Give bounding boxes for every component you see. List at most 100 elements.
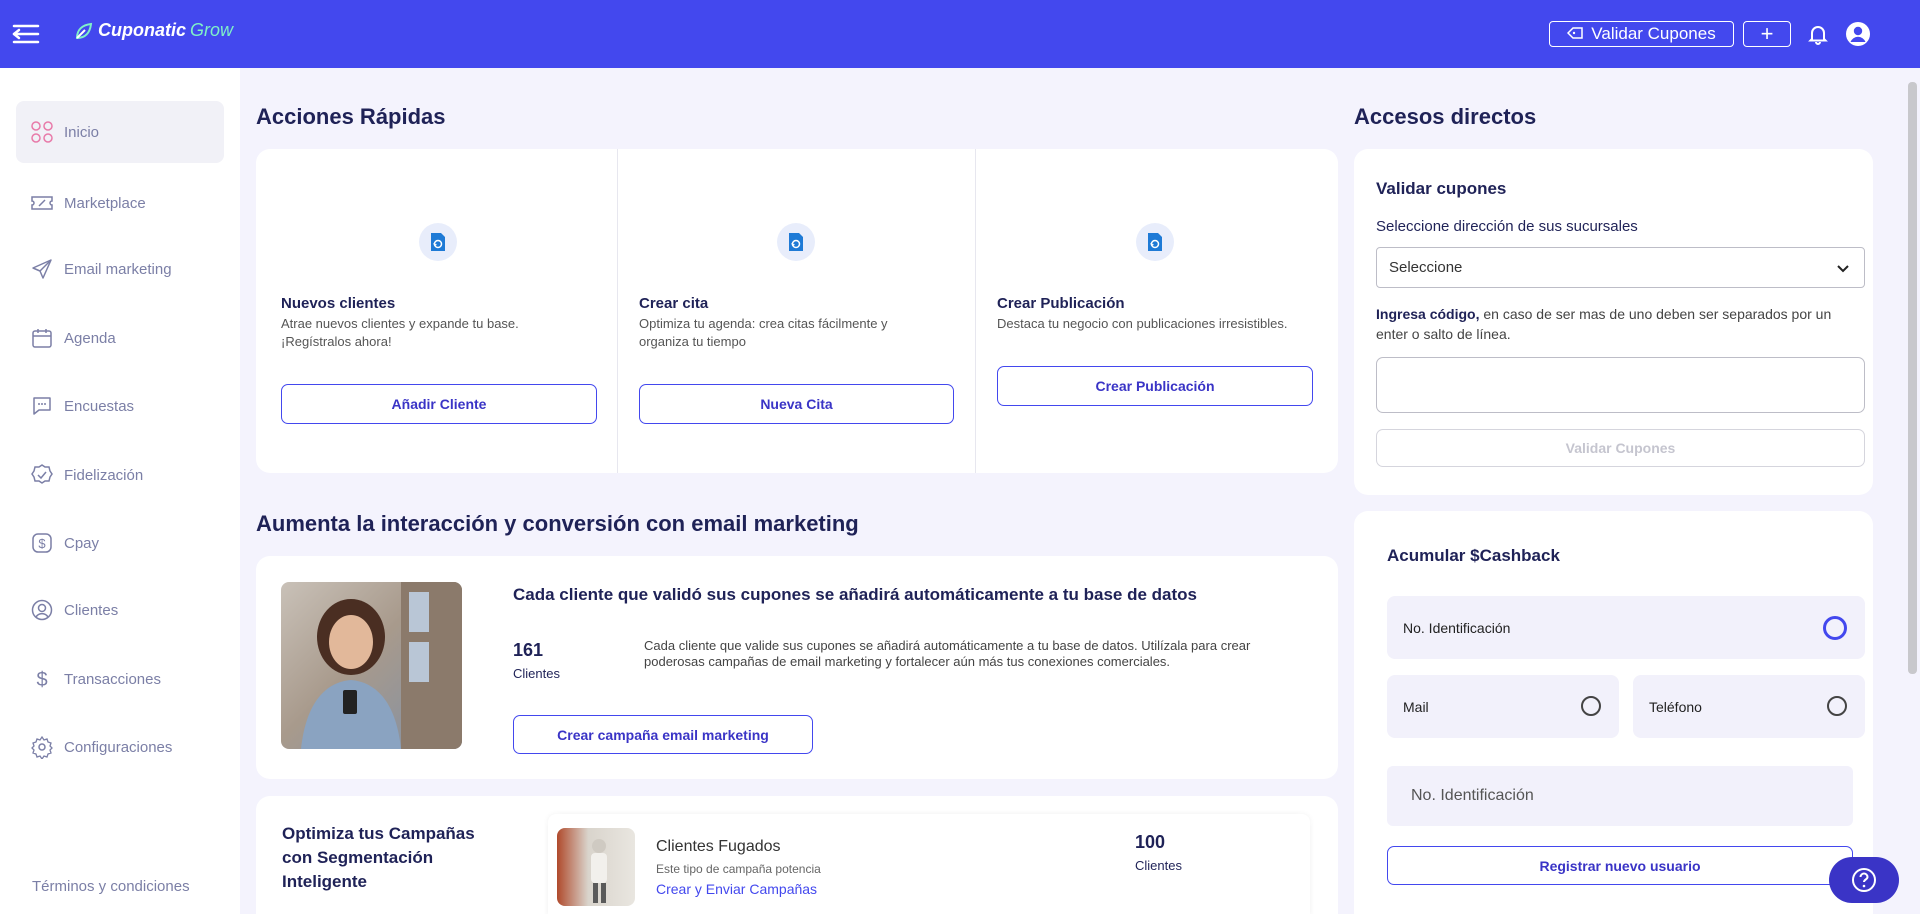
identification-input[interactable]: No. Identificación bbox=[1387, 766, 1853, 826]
email-section-title: Aumenta la interacción y conversión con … bbox=[256, 511, 859, 536]
validar-cupones-label: Validar Cupones bbox=[1591, 24, 1716, 43]
cashback-card: Acumular $Cashback No. Identificación Ma… bbox=[1354, 511, 1873, 914]
sidebar-item-label: Transacciones bbox=[64, 670, 161, 688]
sidebar-item-inicio[interactable]: Inicio bbox=[16, 101, 224, 163]
calendar-icon bbox=[32, 329, 52, 348]
quick-action-crear-cita: Crear cita Optimiza tu agenda: crea cita… bbox=[618, 149, 975, 473]
branch-select-label: Seleccione dirección de sus sucursales bbox=[1376, 218, 1638, 235]
sidebar: Inicio Marketplace Email marketing Agend… bbox=[0, 68, 240, 914]
chat-icon bbox=[33, 397, 51, 415]
chevron-down-icon bbox=[1837, 265, 1849, 273]
document-refresh-icon bbox=[1136, 223, 1174, 261]
top-bar: Cuponatic Grow Validar Cupones + bbox=[0, 0, 1920, 68]
validar-cupones-button[interactable]: Validar Cupones bbox=[1549, 21, 1734, 47]
branch-select[interactable]: Seleccione bbox=[1376, 247, 1865, 288]
sidebar-item-label: Cpay bbox=[64, 534, 100, 552]
sidebar-item-marketplace[interactable]: Marketplace bbox=[16, 172, 224, 234]
radio-selected[interactable] bbox=[1823, 616, 1847, 640]
campaign-count-label: Clientes bbox=[1135, 858, 1182, 873]
gear-icon bbox=[31, 735, 53, 759]
brand-logo[interactable]: Cuponatic Grow bbox=[74, 20, 233, 41]
quick-action-title: Crear Publicación bbox=[997, 295, 1125, 312]
sidebar-item-label: Encuestas bbox=[64, 397, 135, 415]
email-marketing-card: Cada cliente que validó sus cupones se a… bbox=[256, 556, 1338, 779]
leaf-icon bbox=[74, 21, 94, 41]
quick-action-desc: Atrae nuevos clientes y expande tu base.… bbox=[281, 316, 519, 349]
cashback-title: Acumular $Cashback bbox=[1387, 546, 1560, 565]
terms-link[interactable]: Términos y condiciones bbox=[32, 878, 190, 895]
add-client-button[interactable]: Añadir Cliente bbox=[281, 384, 597, 424]
quick-action-title: Nuevos clientes bbox=[281, 295, 396, 312]
segmentation-card: Optimiza tus Campañas con Segmentación Int… bbox=[256, 796, 1338, 914]
dollar-icon: $ bbox=[36, 669, 47, 691]
document-refresh-icon bbox=[777, 223, 815, 261]
sidebar-item-label: Configuraciones bbox=[64, 738, 173, 756]
code-input[interactable] bbox=[1376, 357, 1865, 413]
quick-actions-title: Acciones Rápidas bbox=[256, 104, 446, 129]
bell-icon[interactable] bbox=[1806, 22, 1830, 46]
code-instructions: Ingresa código, en caso de ser mas de un… bbox=[1376, 306, 1832, 342]
validate-coupons-card: Validar cupones Seleccione dirección de … bbox=[1354, 149, 1873, 495]
new-appointment-button[interactable]: Nueva Cita bbox=[639, 384, 954, 424]
campaign-name: Clientes Fugados bbox=[656, 838, 781, 855]
sidebar-item-label: Agenda bbox=[64, 329, 116, 347]
help-button[interactable] bbox=[1829, 857, 1899, 903]
quick-action-desc: Optimiza tu agenda: crea citas fácilment… bbox=[639, 316, 888, 349]
svg-text:$: $ bbox=[36, 669, 47, 691]
user-account-icon[interactable] bbox=[1845, 21, 1871, 47]
campaign-item[interactable]: Clientes Fugados Este tipo de campaña po… bbox=[548, 814, 1310, 914]
create-post-button[interactable]: Crear Publicación bbox=[997, 366, 1313, 406]
badge-check-icon bbox=[31, 464, 53, 484]
ticket-icon bbox=[31, 196, 53, 210]
document-refresh-icon bbox=[419, 223, 457, 261]
add-button[interactable]: + bbox=[1743, 21, 1791, 47]
sidebar-item-email-marketing[interactable]: Email marketing bbox=[16, 238, 224, 300]
campaign-count: 100 bbox=[1135, 832, 1166, 852]
sidebar-item-fidelizacion[interactable]: Fidelización bbox=[16, 444, 224, 506]
register-new-user-button[interactable]: Registrar nuevo usuario bbox=[1387, 846, 1853, 885]
dollar-box-icon: $ bbox=[32, 533, 52, 553]
quick-actions-card: Nuevos clientes Atrae nuevos clientes y … bbox=[256, 149, 1338, 473]
validate-coupons-submit-button[interactable]: Validar Cupones bbox=[1376, 429, 1865, 467]
menu-toggle-icon[interactable] bbox=[10, 18, 42, 50]
campaign-link[interactable]: Crear y Enviar Campañas bbox=[656, 881, 817, 897]
segmentation-title: Optimiza tus Campañas con Segmentación Int… bbox=[282, 824, 475, 891]
sidebar-item-clientes[interactable]: Clientes bbox=[16, 579, 224, 641]
brand-sub: Grow bbox=[190, 20, 234, 40]
svg-text:$: $ bbox=[38, 536, 46, 551]
client-count-label: Clientes bbox=[513, 666, 560, 681]
sidebar-item-agenda[interactable]: Agenda bbox=[16, 307, 224, 369]
validate-title: Validar cupones bbox=[1376, 179, 1507, 198]
scrollbar-thumb[interactable] bbox=[1908, 82, 1917, 674]
option-mail[interactable]: Mail bbox=[1387, 675, 1619, 738]
create-email-campaign-button[interactable]: Crear campaña email marketing bbox=[513, 715, 813, 754]
paper-plane-icon bbox=[32, 259, 52, 279]
user-circle-icon bbox=[31, 599, 53, 621]
radio-unselected[interactable] bbox=[1827, 696, 1847, 716]
email-card-desc: Cada cliente que valide sus cupones se a… bbox=[644, 638, 1251, 669]
radio-unselected[interactable] bbox=[1581, 696, 1601, 716]
sidebar-item-transacciones[interactable]: $ Transacciones bbox=[16, 648, 224, 710]
quick-action-crear-publicacion: Crear Publicación Destaca tu negocio con… bbox=[976, 149, 1338, 473]
sidebar-item-label: Email marketing bbox=[64, 260, 172, 278]
sidebar-item-label: Clientes bbox=[64, 601, 119, 619]
woman-phone-photo bbox=[281, 582, 462, 749]
client-count: 161 bbox=[513, 640, 544, 660]
direct-access-title: Accesos directos bbox=[1354, 104, 1537, 129]
question-icon bbox=[1852, 868, 1876, 892]
person-walking-photo bbox=[557, 828, 635, 906]
option-identificacion[interactable]: No. Identificación bbox=[1387, 596, 1865, 659]
quick-action-nuevos-clientes: Nuevos clientes Atrae nuevos clientes y … bbox=[256, 149, 617, 473]
sidebar-item-label: Marketplace bbox=[64, 194, 146, 212]
campaign-desc: Este tipo de campaña potencia bbox=[656, 862, 821, 876]
option-telefono[interactable]: Teléfono bbox=[1633, 675, 1865, 738]
sidebar-item-label: Fidelización bbox=[64, 466, 144, 484]
sidebar-item-encuestas[interactable]: Encuestas bbox=[16, 375, 224, 437]
sidebar-item-configuraciones[interactable]: Configuraciones bbox=[16, 716, 224, 778]
quick-action-title: Crear cita bbox=[639, 295, 709, 312]
quick-action-desc: Destaca tu negocio con publicaciones irr… bbox=[997, 316, 1288, 331]
sidebar-item-cpay[interactable]: $ Cpay bbox=[16, 512, 224, 574]
coupon-tag-icon bbox=[1567, 24, 1584, 44]
grid-icon bbox=[31, 121, 53, 143]
email-card-title: Cada cliente que validó sus cupones se a… bbox=[513, 585, 1197, 604]
